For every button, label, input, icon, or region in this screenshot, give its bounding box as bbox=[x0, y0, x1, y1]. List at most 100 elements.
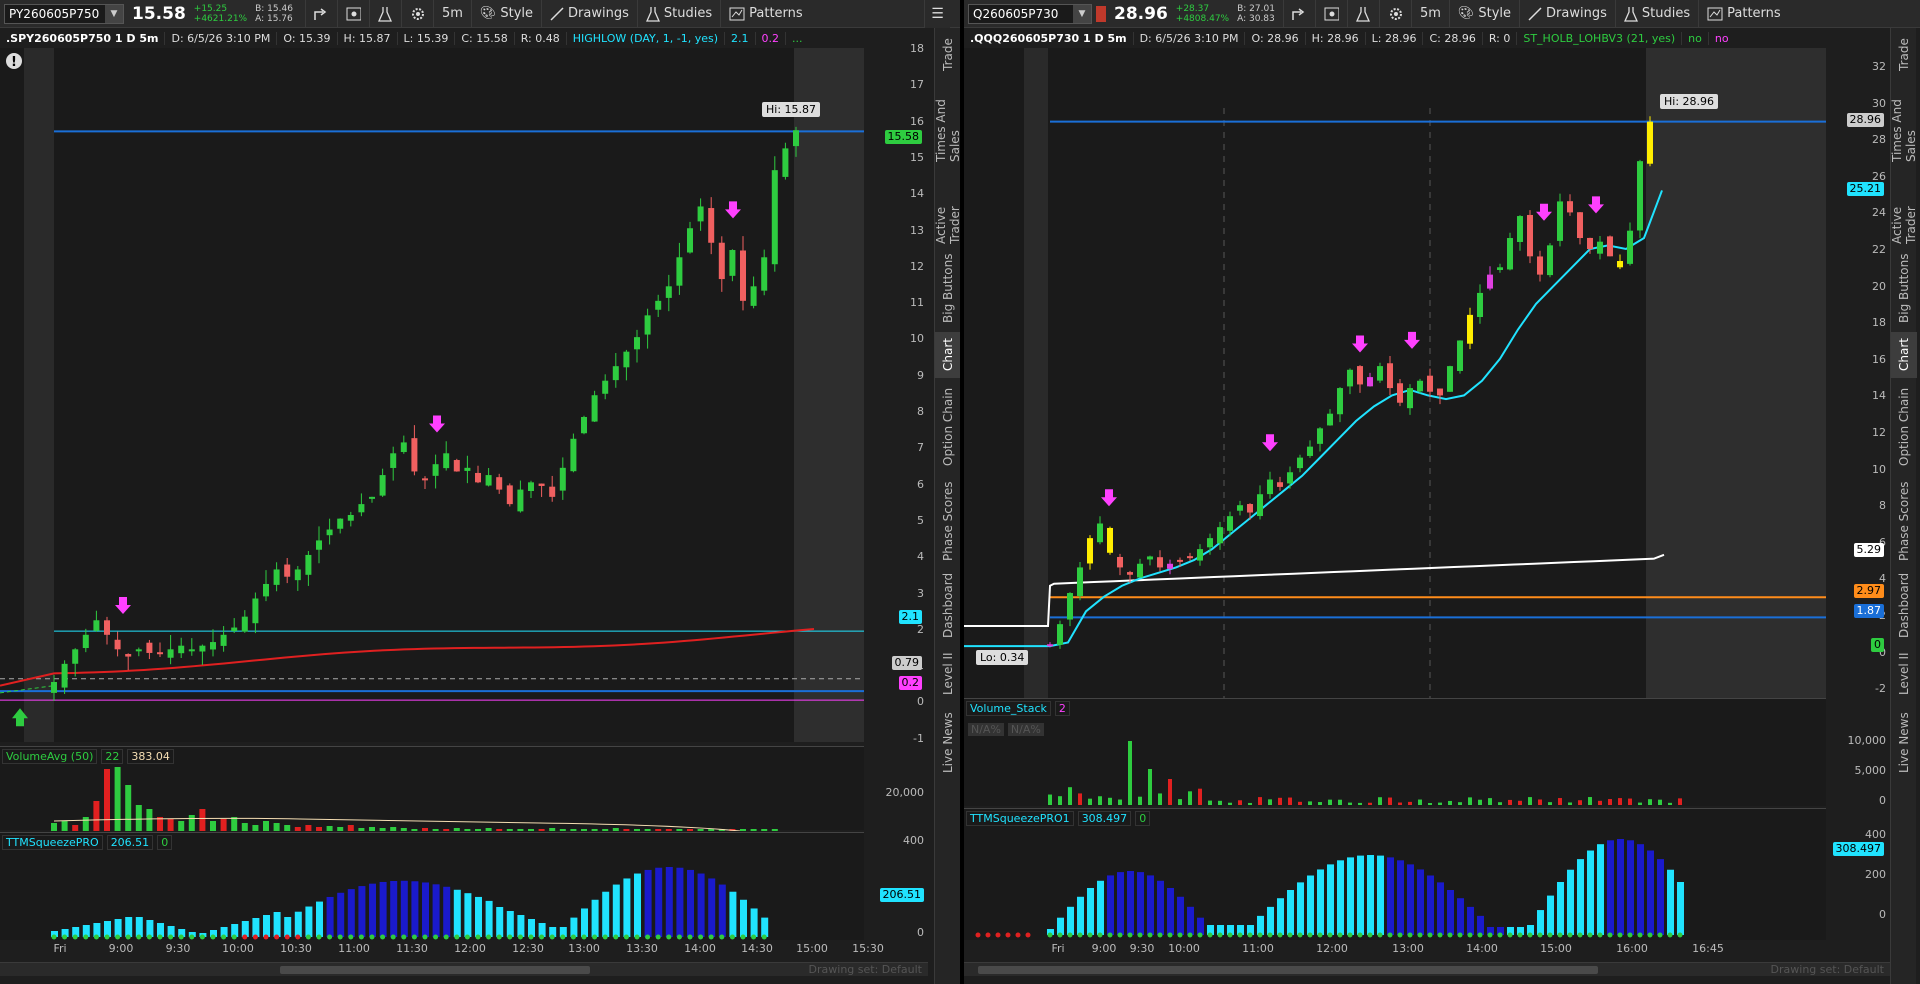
studies-button[interactable]: Studies bbox=[1614, 0, 1698, 28]
flask-icon[interactable] bbox=[368, 0, 401, 28]
right-squeeze-pane[interactable]: TTMSqueezePRO1 308.497 0 bbox=[964, 808, 1826, 940]
menu-icon[interactable]: ☰ bbox=[924, 0, 950, 28]
squeeze-dot bbox=[295, 934, 301, 940]
studies-button[interactable]: Studies bbox=[636, 0, 720, 28]
left-scrollbar[interactable]: Drawing set: Default bbox=[0, 962, 928, 976]
time-tick: 13:30 bbox=[626, 942, 658, 955]
sidebar-tab-times-and-sales[interactable]: Times And Sales bbox=[934, 82, 960, 162]
sidebar-tab-active-trader[interactable]: Active Trader bbox=[1890, 166, 1918, 244]
share-icon[interactable] bbox=[1282, 0, 1315, 28]
squeeze-study-name[interactable]: TTMSqueezePRO bbox=[2, 835, 103, 850]
flask-icon bbox=[645, 6, 660, 22]
right-price-axis[interactable]: 32302826242220181614121086420-228.9625.2… bbox=[1826, 48, 1890, 698]
timeframe-button[interactable]: 5m bbox=[1410, 0, 1449, 28]
sidebar-tab-trade[interactable]: Trade bbox=[1891, 32, 1917, 78]
volume-bar bbox=[114, 767, 121, 831]
info-symbol: .SPY260605P750 1 D 5m bbox=[6, 31, 166, 45]
squeeze-dot bbox=[507, 934, 513, 940]
left-symbol-input[interactable]: PY260605P750 ▼ bbox=[4, 3, 124, 24]
candle bbox=[538, 483, 545, 486]
left-volume-pane[interactable]: VolumeAvg (50) 22 383.04 bbox=[0, 746, 864, 832]
style-button[interactable]: 🎨︎ Style bbox=[1448, 0, 1519, 28]
right-price-svg bbox=[964, 48, 1826, 698]
sidebar-tab-trade[interactable]: Trade bbox=[935, 32, 960, 78]
gear-icon[interactable] bbox=[400, 0, 433, 28]
candle bbox=[284, 564, 291, 577]
volume-bar bbox=[750, 829, 757, 831]
scroll-thumb[interactable] bbox=[280, 966, 590, 974]
sidebar-tab-active-trader[interactable]: Active Trader bbox=[934, 166, 960, 244]
drawings-button[interactable]: Drawings bbox=[1519, 0, 1615, 28]
sell-arrow-icon bbox=[725, 201, 741, 219]
drawings-button[interactable]: Drawings bbox=[541, 0, 637, 28]
sidebar-tab-times-and-sales[interactable]: Times And Sales bbox=[1890, 82, 1918, 162]
volume-study-name[interactable]: Volume_Stack bbox=[966, 701, 1051, 716]
alert-icon[interactable] bbox=[1314, 0, 1347, 28]
squeeze-dot bbox=[231, 934, 237, 940]
sidebar-tab-live-news[interactable]: Live News bbox=[1891, 708, 1917, 778]
right-scrollbar[interactable]: Drawing set: Default bbox=[964, 962, 1890, 976]
candle bbox=[1487, 274, 1493, 289]
left-price-chart[interactable]: ! Hi: 15.87 bbox=[0, 48, 864, 742]
sidebar-tab-option-chain[interactable]: Option Chain bbox=[935, 382, 960, 472]
flag-icon[interactable] bbox=[1096, 5, 1106, 22]
drawing-set-label[interactable]: Drawing set: Default bbox=[1771, 963, 1884, 976]
sidebar-tab-level-ii[interactable]: Level II bbox=[935, 644, 960, 704]
left-price-svg: ! bbox=[0, 48, 864, 742]
squeeze-bar bbox=[1587, 850, 1594, 935]
price-tick: 7 bbox=[917, 441, 924, 455]
right-price-chart[interactable]: Hi: 28.96 Lo: 0.34 bbox=[964, 48, 1826, 698]
volume-bar bbox=[1138, 796, 1142, 805]
candle bbox=[1067, 593, 1073, 620]
price-tick: 13 bbox=[910, 223, 924, 237]
share-icon[interactable] bbox=[304, 0, 337, 28]
sidebar-tab-live-news[interactable]: Live News bbox=[935, 708, 960, 778]
candle bbox=[104, 620, 110, 635]
sidebar-tab-chart[interactable]: Chart bbox=[1891, 332, 1917, 378]
sidebar-tab-phase-scores[interactable]: Phase Scores bbox=[1891, 476, 1917, 566]
sidebar-tab-chart[interactable]: Chart bbox=[935, 332, 960, 378]
chevron-down-icon[interactable]: ▼ bbox=[105, 4, 123, 23]
squeeze-dot bbox=[1137, 932, 1143, 938]
squeeze-dot bbox=[517, 934, 523, 940]
right-volume-pane[interactable]: Volume_Stack 2 N/A% N/A% bbox=[964, 698, 1826, 806]
patterns-icon bbox=[1707, 7, 1723, 20]
left-squeeze-pane[interactable]: TTMSqueezePRO 206.51 0 bbox=[0, 832, 864, 940]
sidebar-tab-big-buttons[interactable]: Big Buttons bbox=[935, 248, 960, 328]
flask-icon[interactable] bbox=[1346, 0, 1379, 28]
sidebar-tab-option-chain[interactable]: Option Chain bbox=[1891, 382, 1917, 472]
timeframe-button[interactable]: 5m bbox=[432, 0, 471, 28]
candle bbox=[750, 286, 757, 306]
patterns-button[interactable]: Patterns bbox=[1698, 0, 1789, 28]
sidebar-tab-dashboard[interactable]: Dashboard bbox=[935, 570, 960, 640]
volume-bar bbox=[1498, 802, 1502, 805]
squeeze-study-name[interactable]: TTMSqueezePRO1 bbox=[966, 811, 1074, 826]
info-more[interactable]: ... bbox=[792, 32, 803, 45]
candle bbox=[1397, 383, 1403, 403]
volume-na-badges: N/A% N/A% bbox=[968, 723, 1044, 736]
chevron-down-icon[interactable]: ▼ bbox=[1073, 4, 1091, 23]
right-symbol-input[interactable]: Q260605P730 ▼ bbox=[968, 3, 1092, 24]
left-price-axis[interactable]: 1817161514131211109876543210-115.582.10.… bbox=[864, 42, 928, 745]
sidebar-tab-dashboard[interactable]: Dashboard bbox=[1891, 570, 1917, 640]
vwap-line bbox=[0, 628, 815, 687]
info-date: D: 6/5/26 3:10 PM bbox=[1140, 31, 1246, 45]
alert-icon[interactable] bbox=[336, 0, 369, 28]
volume-study-name[interactable]: VolumeAvg (50) bbox=[2, 749, 98, 764]
candle bbox=[369, 496, 375, 499]
info-study[interactable]: HIGHLOW (DAY, 1, -1, yes) bbox=[573, 31, 726, 45]
sidebar-tab-phase-scores[interactable]: Phase Scores bbox=[935, 476, 960, 566]
drawing-set-label[interactable]: Drawing set: Default bbox=[809, 963, 922, 976]
patterns-button[interactable]: Patterns bbox=[720, 0, 811, 28]
squeeze-dot bbox=[1277, 932, 1283, 938]
sidebar-tab-big-buttons[interactable]: Big Buttons bbox=[1891, 248, 1917, 328]
squeeze-bar bbox=[1607, 840, 1614, 935]
sidebar-tab-level-ii[interactable]: Level II bbox=[1891, 644, 1917, 704]
squeeze-bar bbox=[528, 919, 535, 937]
scroll-thumb[interactable] bbox=[978, 966, 1598, 974]
style-button[interactable]: 🎨︎ Style bbox=[470, 0, 541, 28]
info-study[interactable]: ST_HOLB_LOHBV3 (21, yes) bbox=[1523, 31, 1683, 45]
price-tick: 10 bbox=[910, 332, 924, 346]
candle bbox=[1267, 479, 1273, 495]
gear-icon[interactable] bbox=[1378, 0, 1411, 28]
